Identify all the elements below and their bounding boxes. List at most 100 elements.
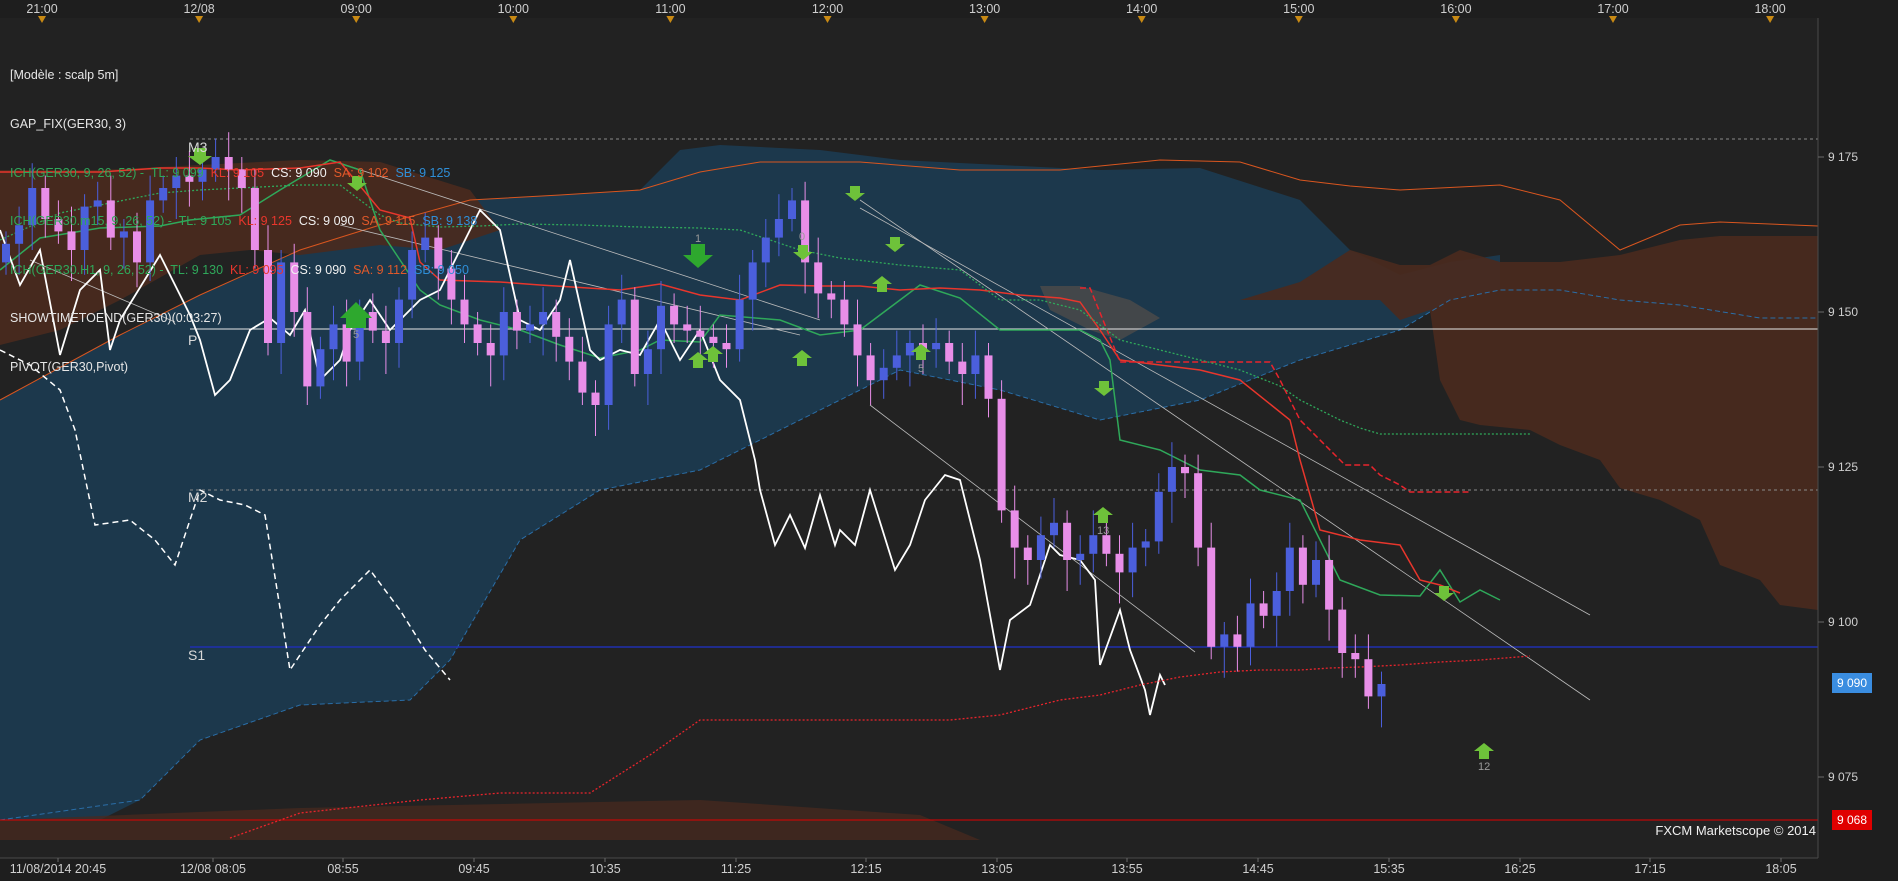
candle-body [578,361,587,393]
legend-pivot: PIVOT(GER30,Pivot) [10,359,129,374]
bottom-time-label: 13:05 [981,862,1012,876]
candle-body [1154,491,1163,542]
top-axis-panel [0,0,1818,18]
candle-body [1141,541,1150,548]
candle-body [1220,634,1229,647]
candle-body [1377,684,1386,697]
candle-body [748,262,757,300]
candle-body [958,361,967,374]
ich-h1-name: ICH(GER30.H1, 9, 26, 52) - [10,262,168,277]
top-time-label: 21:00 [26,2,57,16]
candle-body [1181,467,1189,474]
legend-ich-h1: ICH(GER30.H1, 9, 26, 52) - TL: 9 130 KL:… [10,262,477,278]
bottom-time-label: 18:05 [1765,862,1796,876]
candle-body [814,262,823,294]
y-tick-label: 9 175 [1828,150,1858,164]
candle-body [1089,535,1098,554]
ich-m15-sb: SB: 9 138 [422,214,478,229]
ich-h1-kl: KL: 9 095 [230,262,284,277]
bottom-time-label: 12:15 [850,862,881,876]
candle-body [761,237,770,263]
candle-body [827,293,836,300]
top-time-label: 17:00 [1597,2,1628,16]
candle-body [696,330,705,337]
ich-h1-tl: TL: 9 130 [170,262,224,277]
candle-body [1063,522,1072,560]
candle-body [1167,467,1176,492]
annotation-6: 12 [1478,761,1490,773]
bottom-time-label: 10:35 [589,862,620,876]
ich-h1-sa: SA: 9 112 [353,262,408,277]
legend-model: [Modèle : scalp 5m] [10,68,119,83]
candle-body [879,367,888,381]
legend-ich-5m: ICH(GER30, 9, 26, 52) - TL: 9 099 KL: 9 … [10,165,477,181]
candle-body [670,305,679,325]
candle-body [552,312,561,337]
candle-body [1233,634,1242,647]
candle-body [1259,603,1268,616]
candle-body [657,305,665,350]
candle-body [1351,653,1360,660]
candle-body [788,200,796,219]
bottom-time-label: 16:25 [1504,862,1535,876]
bottom-time-label: 11:25 [721,862,751,876]
bottom-time-label: 08:55 [327,862,358,876]
candle-body [1246,603,1255,647]
low-price-tag: 9 068 [1832,810,1872,830]
candle-body [1050,522,1058,536]
indicator-legend: [Modèle : scalp 5m] GAP_FIX(GER30, 3) IC… [10,35,477,391]
candle-body [971,355,980,374]
annotation-3: 0 [799,231,805,243]
bottom-axis-panel [0,858,1818,881]
candle-body [1102,535,1111,554]
candle-body [1364,659,1373,697]
candle-body [1076,553,1085,560]
current-price-tag: 9 090 [1832,673,1872,693]
candle-body [1285,547,1294,591]
ich-5m-kl: KL: 9 105 [210,165,265,180]
annotation-5: 13 [1097,525,1109,537]
candle-body [539,312,548,325]
annotation-2: 1 [695,233,701,245]
candle-body [892,355,901,368]
candle-body [735,299,744,350]
y-tick-label: 9 100 [1828,615,1858,629]
top-time-label: 12:00 [812,2,843,16]
candle-body [905,343,914,356]
top-time-label: 11:00 [655,2,685,16]
candle-body [1207,547,1216,647]
candle-body [1023,547,1032,560]
copyright-credit: FXCM Marketscope © 2014 [1655,823,1816,838]
candle-body [591,392,600,405]
candle-body [1194,473,1203,548]
legend-gap-fix: GAP_FIX(GER30, 3) [10,117,127,131]
ich-m15-name: ICH(GER30.m15, 9, 26, 52) - [10,214,176,229]
top-time-label: 13:00 [969,2,1000,16]
top-time-label: 14:00 [1126,2,1157,16]
candle-body [945,343,954,362]
candle-body [932,343,941,350]
ich-m15-kl: KL: 9 125 [238,214,292,229]
candle-body [630,299,639,374]
bottom-time-label: 13:55 [1111,862,1142,876]
candle-body [683,324,692,331]
candle-body [1272,591,1281,616]
bottom-time-label: 17:15 [1634,862,1665,876]
bottom-time-label: 15:35 [1373,862,1404,876]
ich-5m-tl: TL: 9 099 [150,165,204,180]
candle-body [1128,547,1137,573]
candle-body [853,324,862,356]
candle-body [774,219,783,238]
top-time-label: 09:00 [341,2,372,16]
candle-body [512,312,521,331]
right-axis-panel [1818,0,1898,881]
candle-body [840,299,849,325]
top-time-label: 12/08 [183,2,214,16]
ich-m15-tl: TL: 9 105 [178,214,232,229]
y-tick-label: 9 125 [1828,460,1858,474]
ich-5m-cs: CS: 9 090 [271,165,327,180]
ich-h1-cs: CS: 9 090 [290,262,347,277]
bottom-time-label: 12/08 08:05 [180,862,246,876]
bottom-time-label: 11/08/2014 20:45 [10,862,106,876]
candle-body [604,324,613,405]
